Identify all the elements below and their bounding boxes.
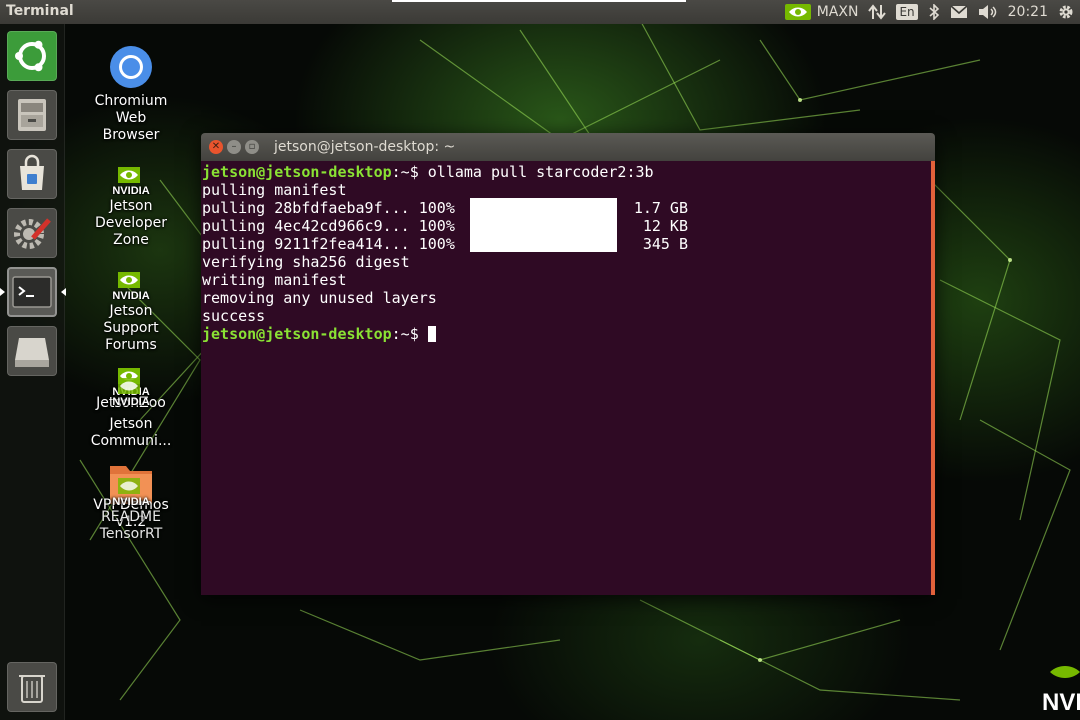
launcher-focus-pip: [61, 288, 66, 296]
terminal-output-line: pulling 4ec42cd966c9... 100%: [202, 217, 455, 235]
prompt-user: jetson@jetson-desktop: [202, 325, 392, 343]
panel-indicators: MAXN En 20:21: [784, 0, 1074, 24]
top-panel: Terminal MAXN En 20:21: [0, 0, 1080, 24]
terminal-icon: [12, 276, 52, 308]
launcher-files[interactable]: [7, 90, 57, 140]
messaging-indicator[interactable]: [950, 0, 968, 24]
clock-time: 20:21: [1007, 4, 1048, 20]
shopping-bag-icon: [20, 154, 44, 190]
desktop-icon-label: Support: [103, 320, 159, 336]
launcher-trash[interactable]: [7, 662, 57, 712]
clock-indicator[interactable]: 20:21: [1008, 0, 1048, 24]
terminal-output-line: pulling manifest: [202, 181, 347, 199]
download-progress-bar: [470, 198, 617, 252]
nvidia-logo-icon: NVIDIA: [112, 272, 150, 300]
drive-icon: [15, 338, 49, 367]
nvidia-logo-text: NVIDIA: [112, 396, 149, 406]
mail-icon: [950, 5, 968, 18]
layer-size: 1.7 GB: [633, 199, 688, 217]
power-mode-indicator[interactable]: MAXN: [784, 0, 859, 24]
desktop-icon-label: Jetson: [109, 303, 153, 319]
desktop-icon-label: README: [101, 509, 161, 525]
launcher-software[interactable]: [7, 149, 57, 199]
terminal-output-line: pulling 28bfdfaeba9f... 100%: [202, 199, 455, 217]
nvidia-logo-icon: NVIDIA: [112, 378, 150, 406]
nvidia-logo-icon: NVIDIA: [112, 167, 150, 195]
launcher-ubuntu-dash[interactable]: [7, 31, 57, 81]
desktop-icon-label: Developer: [94, 215, 167, 231]
desktop-icon-jetson-support-forums[interactable]: NVIDIA Jetson Support Forums: [86, 266, 176, 354]
terminal-output-line: pulling 9211f2fea414... 100%: [202, 235, 455, 253]
terminal-window[interactable]: ✕ – ▫ jetson@jetson-desktop: ~ jetson@je…: [201, 133, 935, 595]
terminal-output-line: success: [202, 307, 266, 325]
terminal-output-line: removing any unused layers: [202, 289, 437, 307]
power-mode-label: MAXN: [816, 4, 859, 20]
terminal-prompt-line[interactable]: jetson@jetson-desktop:~$: [202, 325, 436, 343]
desktop-icon-label: TensorRT: [99, 526, 163, 542]
network-icon: [868, 4, 887, 20]
terminal-output-line: verifying sha256 digest: [202, 253, 410, 271]
bluetooth-icon: [929, 4, 939, 20]
launcher-system-settings[interactable]: [7, 208, 57, 258]
prompt-path: :~$: [391, 163, 428, 181]
sound-indicator[interactable]: [978, 0, 998, 24]
nvidia-logo-icon: NVIDIA: [112, 478, 150, 506]
volume-icon: [978, 5, 996, 19]
nvidia-logo-text: NVIDIA: [112, 290, 149, 300]
desktop-icon-label: Jetson: [109, 198, 153, 214]
session-menu[interactable]: [1058, 0, 1074, 24]
wallpaper-brand: NVID: [1042, 689, 1080, 716]
window-maximize-button[interactable]: ▫: [245, 140, 259, 154]
window-minimize-button[interactable]: –: [227, 140, 241, 154]
window-close-button[interactable]: ✕: [209, 140, 223, 154]
desktop-icon-label: Chromium: [94, 93, 168, 109]
settings-wrench-icon: [14, 218, 51, 249]
prompt-path: :~$: [391, 325, 428, 343]
keyboard-layout-indicator[interactable]: En: [896, 0, 918, 24]
desktop-icon-jetson-developer-zone[interactable]: NVIDIA Jetson Developer Zone: [86, 161, 176, 249]
launcher-active-pip: [0, 288, 5, 296]
desktop-icon-label: Zone: [113, 232, 149, 248]
command-text: ollama pull starcoder2:3b: [427, 163, 654, 181]
layer-size: 12 KB: [642, 217, 688, 235]
nvidia-logo-text: NVIDIA: [112, 496, 149, 506]
terminal-window-title: jetson@jetson-desktop: ~: [274, 139, 456, 155]
terminal-output-area[interactable]: jetson@jetson-desktop:~$ ollama pull sta…: [201, 161, 935, 595]
lang-badge: En: [896, 4, 918, 20]
wallpaper-nvidia-eye-icon: [1050, 666, 1080, 678]
desktop-icon-label: Web: [115, 110, 147, 126]
desktop-icon-readme-tensorrt[interactable]: NVIDIA README TensorRT: [86, 472, 176, 543]
terminal-titlebar[interactable]: ✕ – ▫ jetson@jetson-desktop: ~: [201, 133, 935, 161]
chromium-icon: [110, 46, 152, 88]
network-indicator[interactable]: [868, 0, 887, 24]
desktop-icon-label: Forums: [105, 337, 157, 353]
launcher: [0, 24, 66, 720]
terminal-cursor: [427, 326, 436, 342]
panel-highlight-strip: [392, 0, 686, 2]
panel-app-title: Terminal: [6, 3, 74, 19]
desktop-icon-label: Communi...: [90, 433, 172, 449]
file-cabinet-icon: [18, 99, 46, 131]
settings-gear-icon: [1059, 5, 1073, 19]
launcher-terminal[interactable]: [0, 267, 66, 317]
layer-size: 345 B: [642, 235, 688, 253]
ubuntu-icon: [15, 40, 46, 72]
nvidia-icon: [784, 4, 811, 20]
terminal-output-line: writing manifest: [202, 271, 347, 289]
desktop-icon-chromium[interactable]: Chromium Web Browser: [86, 44, 176, 144]
nvidia-logo-text: NVIDIA: [112, 185, 149, 195]
bluetooth-indicator[interactable]: [928, 0, 940, 24]
desktop-icon-jetson-community[interactable]: NVIDIA Jetson Communi...: [86, 372, 176, 450]
launcher-disk[interactable]: [7, 326, 57, 376]
desktop-icon-label: Browser: [102, 127, 160, 143]
terminal-command-line: jetson@jetson-desktop:~$ ollama pull sta…: [202, 163, 654, 181]
trash-icon: [19, 675, 45, 703]
prompt-user: jetson@jetson-desktop: [202, 163, 392, 181]
desktop-icon-label: Jetson: [109, 416, 153, 432]
